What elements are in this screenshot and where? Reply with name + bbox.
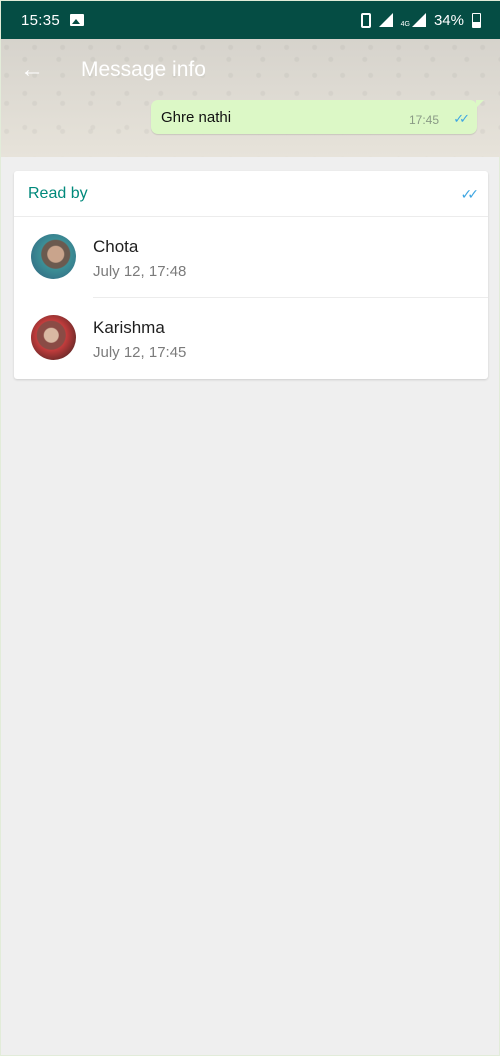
double-check-icon: ✓✓ xyxy=(460,186,480,202)
status-time: 15:35 xyxy=(21,11,61,29)
double-check-icon: ✓✓ xyxy=(453,111,470,126)
message-bubble[interactable]: Ghre nathi 17:45 ✓✓ xyxy=(151,100,484,134)
read-by-header: Read by ✓✓ xyxy=(14,171,488,217)
network-type-label: 4G xyxy=(400,20,410,28)
back-arrow-icon[interactable]: ← xyxy=(19,57,45,83)
message-info-header: ← Message info Ghre nathi 17:45 ✓✓ xyxy=(1,39,500,157)
message-time: 17:45 xyxy=(408,113,439,127)
image-notification-icon xyxy=(70,14,85,26)
status-bar: 15:35 4G 34% xyxy=(1,1,500,39)
list-item[interactable]: Chota July 12, 17:48 xyxy=(14,217,488,298)
message-text: Ghre nathi xyxy=(161,109,232,126)
avatar[interactable] xyxy=(31,315,76,360)
avatar[interactable] xyxy=(31,234,76,279)
contact-name: Chota xyxy=(93,237,139,256)
page-title: Message info xyxy=(81,58,206,81)
battery-percent: 34% xyxy=(433,11,464,29)
read-by-card: Read by ✓✓ Chota July 12, 17:48 Karishma… xyxy=(14,171,488,379)
signal-icon xyxy=(378,13,393,27)
status-icons: 4G 34% xyxy=(360,11,481,29)
battery-icon xyxy=(472,12,481,28)
read-timestamp: July 12, 17:45 xyxy=(93,344,187,361)
read-timestamp: July 12, 17:48 xyxy=(93,263,187,280)
contact-name: Karishma xyxy=(93,318,165,337)
mobile-signal-icon xyxy=(411,13,426,27)
vibrate-icon xyxy=(360,12,371,28)
read-by-label: Read by xyxy=(28,185,88,202)
list-item[interactable]: Karishma July 12, 17:45 xyxy=(14,298,488,379)
